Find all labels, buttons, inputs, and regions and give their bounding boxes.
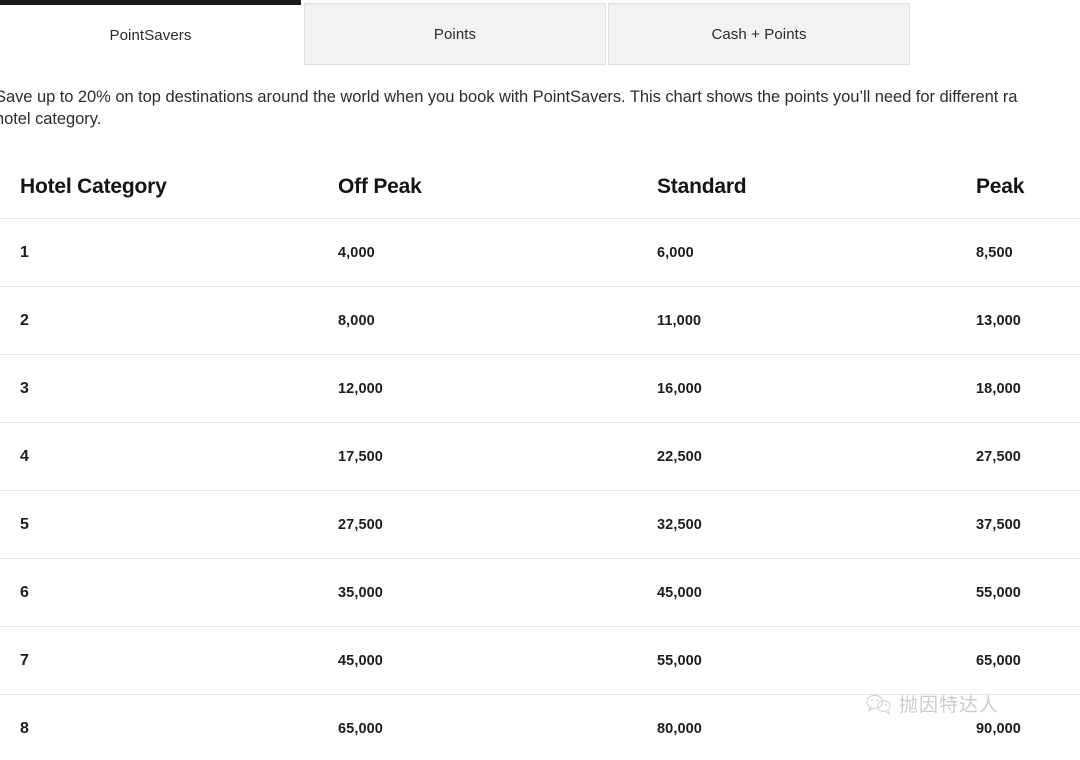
cell-hotel-category: 1 xyxy=(20,243,29,261)
table-row: 6 35,000 45,000 55,000 xyxy=(0,559,1080,627)
cell-hotel-category: 5 xyxy=(20,515,29,533)
column-header-off-peak: Off Peak xyxy=(338,175,422,198)
tab-pointsavers[interactable]: PointSavers xyxy=(0,0,301,65)
cell-hotel-category: 8 xyxy=(20,719,29,737)
cell-off-peak: 12,000 xyxy=(338,380,383,397)
award-chart-tabs: PointSavers Points Cash + Points xyxy=(0,0,1080,65)
table-header-row: Hotel Category Off Peak Standard Peak xyxy=(0,156,1080,219)
cell-standard: 11,000 xyxy=(657,312,702,329)
table-row: 1 4,000 6,000 8,500 xyxy=(0,219,1080,287)
cell-peak: 90,000 xyxy=(976,720,1021,737)
cell-standard: 6,000 xyxy=(657,244,694,261)
tab-label: Points xyxy=(433,25,477,43)
cell-hotel-category: 7 xyxy=(20,651,29,669)
cell-hotel-category: 3 xyxy=(20,379,29,397)
table-row: 2 8,000 11,000 13,000 xyxy=(0,287,1080,355)
cell-standard: 55,000 xyxy=(657,652,702,669)
cell-standard: 80,000 xyxy=(657,720,702,737)
cell-standard: 22,500 xyxy=(657,448,702,465)
cell-hotel-category: 4 xyxy=(20,447,29,465)
cell-off-peak: 17,500 xyxy=(338,448,383,465)
cell-off-peak: 45,000 xyxy=(338,652,383,669)
award-chart-table: Hotel Category Off Peak Standard Peak 1 … xyxy=(0,156,1080,760)
cell-peak: 27,500 xyxy=(976,448,1021,465)
cell-peak: 37,500 xyxy=(976,516,1021,533)
table-row: 8 65,000 80,000 90,000 xyxy=(0,695,1080,760)
cell-hotel-category: 2 xyxy=(20,311,29,329)
column-header-peak: Peak xyxy=(976,175,1025,198)
cell-peak: 55,000 xyxy=(976,584,1021,601)
column-header-standard: Standard xyxy=(657,175,747,198)
cell-standard: 45,000 xyxy=(657,584,702,601)
cell-off-peak: 35,000 xyxy=(338,584,383,601)
cell-peak: 13,000 xyxy=(976,312,1021,329)
table-row: 5 27,500 32,500 37,500 xyxy=(0,491,1080,559)
column-header-hotel-category: Hotel Category xyxy=(20,175,167,198)
tab-points[interactable]: Points xyxy=(304,3,606,65)
cell-hotel-category: 6 xyxy=(20,583,29,601)
cell-peak: 65,000 xyxy=(976,652,1021,669)
cell-standard: 16,000 xyxy=(657,380,702,397)
intro-paragraph: Save up to 20% on top destinations aroun… xyxy=(0,88,1018,128)
pointsavers-award-chart-page: PointSavers Points Cash + Points Save up… xyxy=(0,0,1080,760)
cell-peak: 8,500 xyxy=(976,244,1013,261)
cell-off-peak: 65,000 xyxy=(338,720,383,737)
tab-label: Cash + Points xyxy=(711,25,807,43)
table-row: 4 17,500 22,500 27,500 xyxy=(0,423,1080,491)
tab-label: PointSavers xyxy=(109,26,192,44)
cell-off-peak: 27,500 xyxy=(338,516,383,533)
tab-cash-plus-points[interactable]: Cash + Points xyxy=(608,3,910,65)
cell-off-peak: 8,000 xyxy=(338,312,375,329)
cell-off-peak: 4,000 xyxy=(338,244,375,261)
table-row: 7 45,000 55,000 65,000 xyxy=(0,627,1080,695)
table-row: 3 12,000 16,000 18,000 xyxy=(0,355,1080,423)
cell-standard: 32,500 xyxy=(657,516,702,533)
cell-peak: 18,000 xyxy=(976,380,1021,397)
